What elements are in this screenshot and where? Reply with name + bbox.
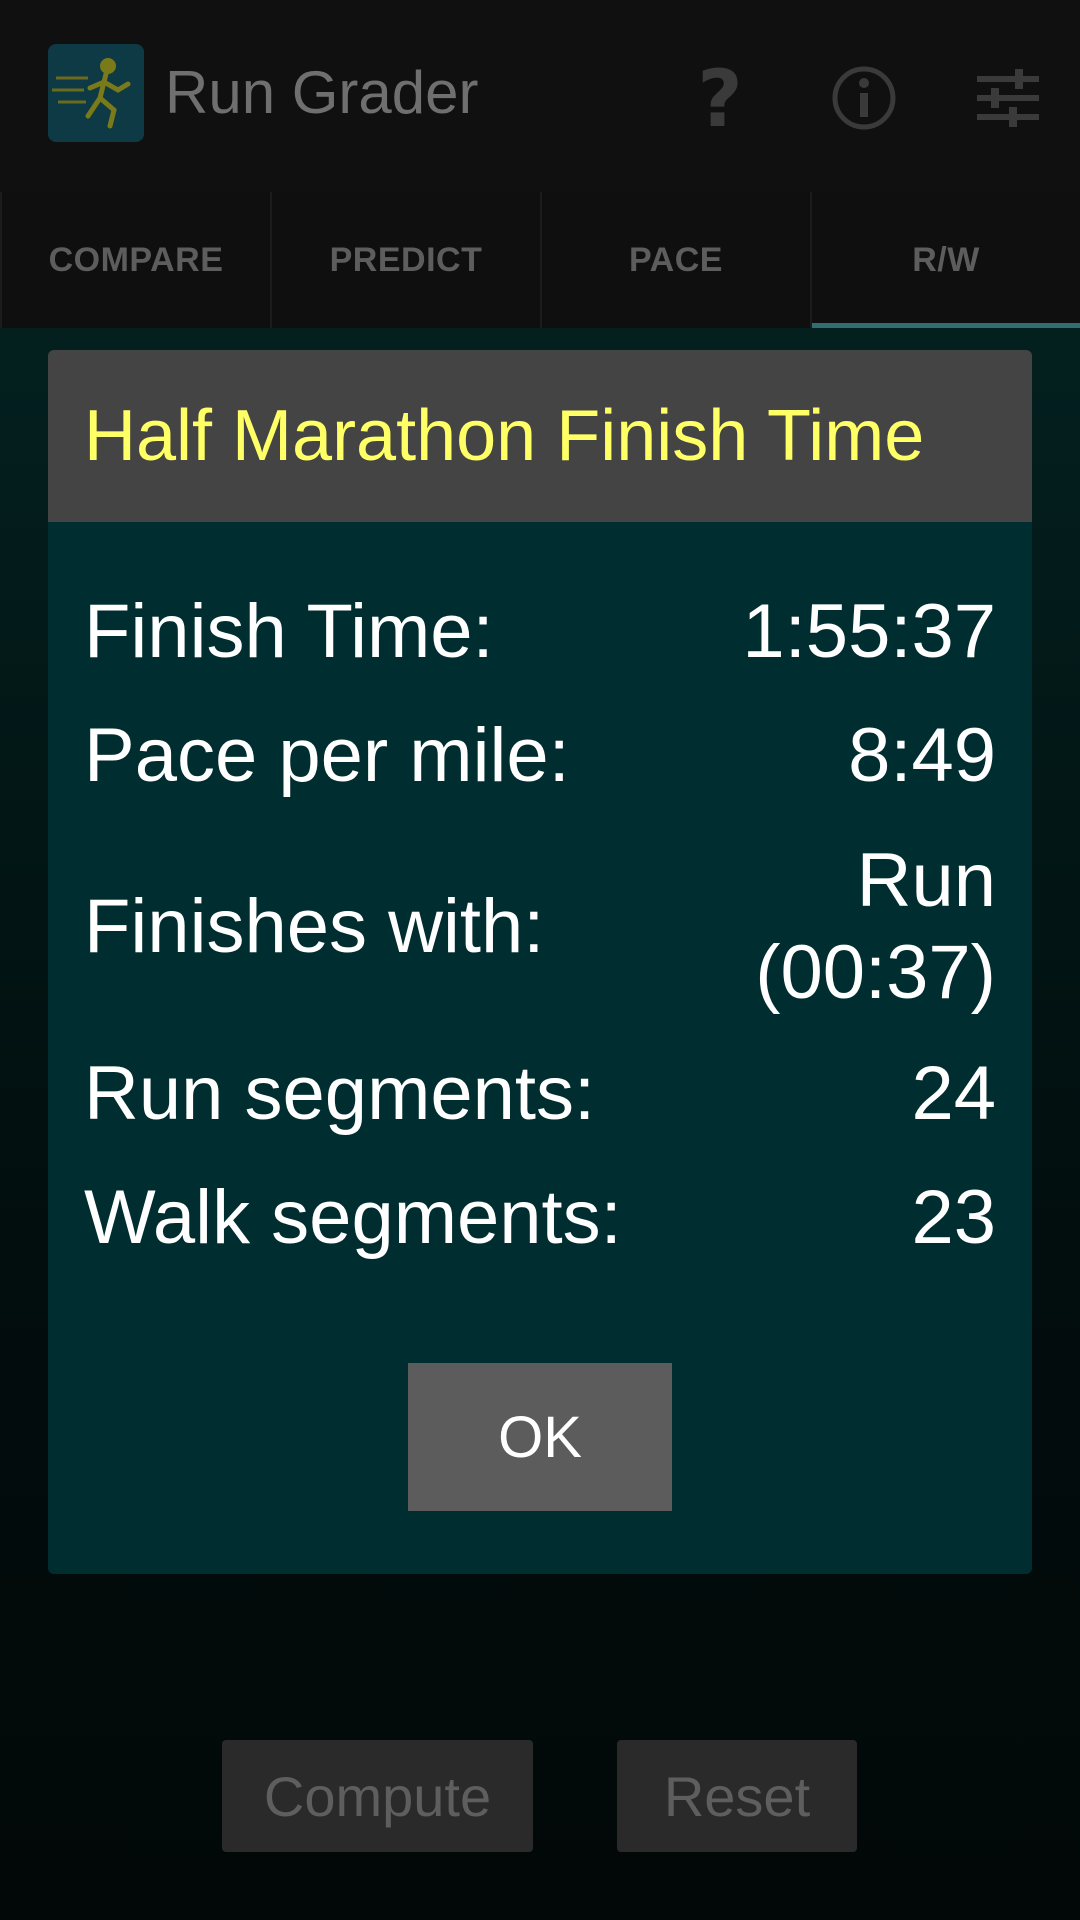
dialog-header: Half Marathon Finish Time [48, 350, 1032, 522]
tab-compare[interactable]: COMPARE [0, 192, 270, 328]
walk-segments-row: Walk segments: 23 [84, 1172, 996, 1264]
app-title: Run Grader [165, 59, 479, 126]
tab-predict[interactable]: PREDICT [270, 192, 540, 328]
finishes-with-value-line1: Run [856, 838, 996, 923]
walk-segments-label: Walk segments: [84, 1175, 622, 1260]
ok-button[interactable]: OK [408, 1363, 672, 1511]
finishes-with-value: Run (00:37) [755, 835, 996, 1019]
screen: Run Grader ? COMPARE PREDICT PACE R/W Co… [0, 0, 1080, 1920]
finish-time-label: Finish Time: [84, 589, 494, 674]
finish-time-row: Finish Time: 1:55:37 [84, 586, 996, 678]
tab-bar: COMPARE PREDICT PACE R/W [0, 192, 1080, 328]
tab-rw[interactable]: R/W [810, 192, 1080, 328]
help-icon[interactable]: ? [680, 58, 760, 138]
pace-label: Pace per mile: [84, 713, 570, 798]
running-man-icon [48, 44, 144, 142]
walk-segments-value: 23 [911, 1175, 996, 1260]
finishes-with-row: Finishes with: Run (00:37) [84, 835, 996, 1019]
pace-value: 8:49 [848, 713, 996, 798]
run-segments-label: Run segments: [84, 1051, 596, 1136]
finishes-with-value-line2: (00:37) [755, 930, 996, 1015]
run-segments-value: 24 [911, 1051, 996, 1136]
pace-row: Pace per mile: 8:49 [84, 710, 996, 802]
app-bar: Run Grader ? [0, 0, 1080, 192]
result-dialog: Half Marathon Finish Time Finish Time: 1… [48, 350, 1032, 1574]
finishes-with-label: Finishes with: [84, 884, 545, 969]
tab-pace[interactable]: PACE [540, 192, 810, 328]
settings-sliders-icon[interactable] [968, 58, 1048, 138]
reset-button[interactable]: Reset [617, 1740, 857, 1852]
dialog-title: Half Marathon Finish Time [84, 396, 925, 476]
finish-time-value: 1:55:37 [742, 589, 996, 674]
info-icon[interactable] [824, 58, 904, 138]
run-segments-row: Run segments: 24 [84, 1048, 996, 1140]
compute-button[interactable]: Compute [222, 1740, 533, 1852]
svg-text:?: ? [697, 58, 742, 138]
